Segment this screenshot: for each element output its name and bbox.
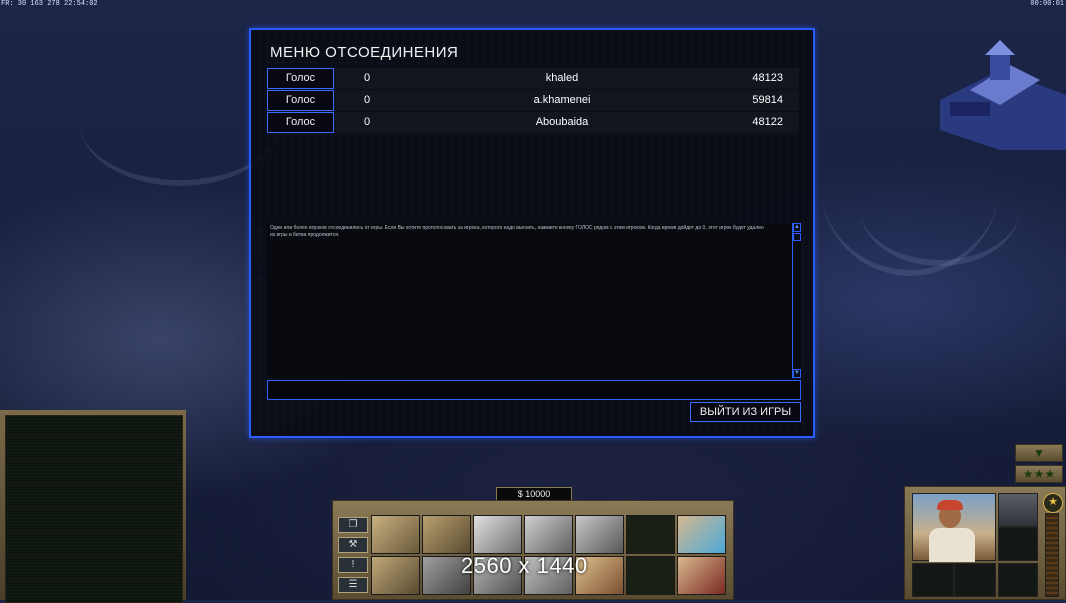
build-slot-command-center-icon[interactable] — [371, 515, 420, 554]
player-name: Aboubaida — [535, 116, 589, 128]
vote-count: 0 — [364, 116, 371, 128]
vote-count: 0 — [364, 72, 371, 84]
experience-bar — [1045, 513, 1059, 597]
build-slot-arms-dealer-icon[interactable] — [575, 515, 624, 554]
command-bar: ❐ ⚒ ! ☰ 2560 x 1440 — [332, 500, 734, 600]
scroll-thumb[interactable] — [793, 233, 801, 241]
unit-slot — [912, 563, 954, 597]
vote-count: 0 — [364, 94, 371, 106]
window-icon[interactable]: ❐ — [338, 517, 368, 533]
scroll-down-arrow-icon[interactable]: ▼ — [793, 369, 801, 378]
worker-portrait[interactable] — [912, 493, 996, 562]
scroll-up-arrow-icon[interactable]: ▲ — [793, 223, 801, 232]
player-name: a.khamenei — [533, 94, 591, 106]
resolution-overlay: 2560 x 1440 — [461, 553, 588, 578]
unit-slot — [954, 563, 996, 597]
unit-slot — [998, 563, 1038, 597]
build-slot-empty — [626, 556, 675, 595]
message-log: Один или более игроков отсоединились от … — [267, 223, 801, 378]
player-name: khaled — [545, 72, 579, 84]
build-slot-empty — [626, 515, 675, 554]
general-stars-button[interactable]: ★★★ — [1015, 465, 1063, 483]
build-slot-supply-icon[interactable] — [473, 515, 522, 554]
build-slot-scud-icon[interactable] — [677, 556, 726, 595]
radar-minimap-frame — [0, 410, 186, 603]
vote-button[interactable]: Голос — [267, 68, 334, 89]
player-id: 48123 — [752, 72, 783, 84]
alert-icon[interactable]: ! — [338, 557, 368, 573]
build-slot-factory-icon[interactable] — [524, 515, 573, 554]
portrait-turban — [937, 500, 963, 510]
unit-panel: ★ — [904, 486, 1066, 600]
build-slot-barracks-icon[interactable] — [422, 515, 471, 554]
unit-slot — [998, 527, 1038, 561]
disconnect-message: Один или более игроков отсоединились от … — [270, 225, 764, 238]
enemy-base-structure — [940, 40, 1066, 150]
portrait-body — [929, 528, 975, 562]
player-id: 59814 — [752, 94, 783, 106]
chat-input[interactable] — [267, 380, 801, 400]
game-timer: 00:00:01 — [1030, 0, 1064, 8]
wrench-icon[interactable]: ⚒ — [338, 537, 368, 553]
build-slot-upgrade-icon[interactable] — [677, 515, 726, 554]
player-table: Голос 0 khaled 48123 Голос 0 a.khamenei … — [267, 68, 799, 134]
build-slot-tunnel-icon[interactable] — [371, 556, 420, 595]
disconnect-dialog: МЕНЮ ОТСОЕДИНЕНИЯ Голос 0 khaled 48123 Г… — [249, 28, 815, 438]
player-id: 48122 — [752, 116, 783, 128]
dialog-title: МЕНЮ ОТСОЕДИНЕНИЯ — [270, 44, 459, 61]
chevron-down-icon[interactable]: ▼ — [1015, 444, 1063, 462]
quit-game-button[interactable]: ВЫЙТИ ИЗ ИГРЫ — [690, 402, 801, 422]
worker-shoes-icon[interactable] — [998, 493, 1038, 527]
radar-minimap[interactable] — [5, 415, 183, 603]
menu-icon[interactable]: ☰ — [338, 577, 368, 593]
player-row: Голос 0 khaled 48123 — [267, 68, 799, 89]
player-row: Голос 0 Aboubaida 48122 — [267, 112, 799, 133]
vote-button[interactable]: Голос — [267, 90, 334, 111]
player-row: Голос 0 a.khamenei 59814 — [267, 90, 799, 111]
fps-counter: FR: 30 163 278 22:54:02 — [1, 0, 98, 8]
terrain-road — [860, 150, 1020, 266]
message-scrollbar[interactable]: ▲ ▼ — [792, 223, 801, 378]
star-icon: ★ — [1043, 493, 1063, 513]
vote-button[interactable]: Голос — [267, 112, 334, 133]
